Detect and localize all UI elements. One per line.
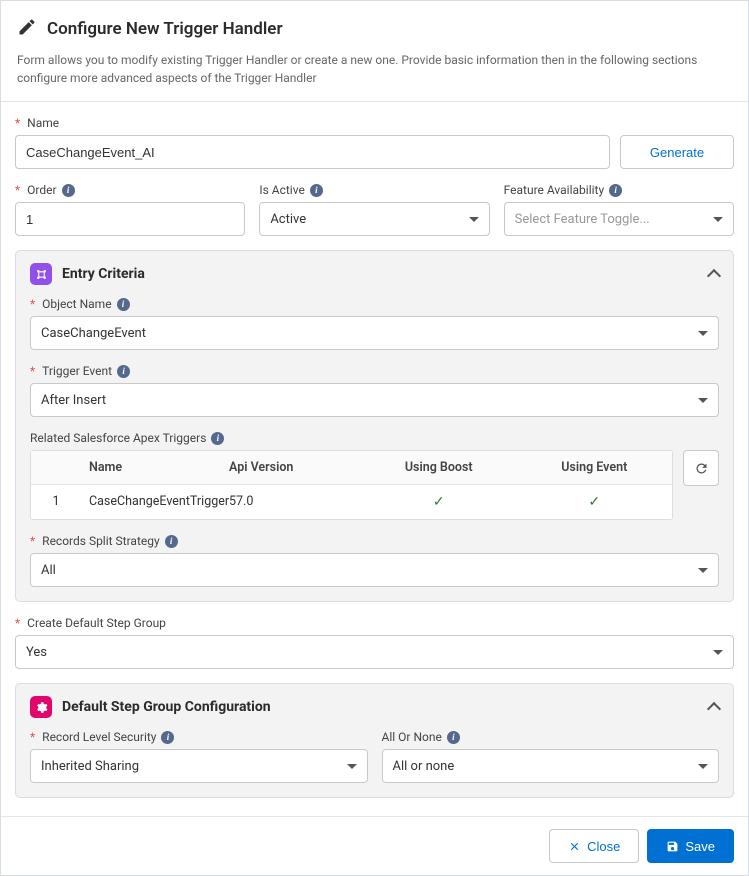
- info-icon: i: [117, 298, 130, 311]
- col-boost: Using Boost: [361, 451, 517, 484]
- info-icon: i: [447, 731, 460, 744]
- name-input[interactable]: [15, 135, 610, 169]
- close-button[interactable]: Close: [549, 829, 639, 863]
- info-icon: i: [117, 365, 130, 378]
- chevron-up-icon[interactable]: [707, 701, 721, 715]
- chevron-down-icon: [698, 331, 708, 336]
- edit-icon: [17, 17, 37, 41]
- generate-button[interactable]: Generate: [620, 135, 734, 169]
- feature-availability-label: Feature Availabilityi: [504, 183, 734, 197]
- col-api: Api Version: [221, 451, 361, 484]
- info-icon: i: [161, 731, 174, 744]
- refresh-button[interactable]: [683, 450, 719, 486]
- object-name-select[interactable]: CaseChangeEvent: [30, 316, 719, 350]
- info-icon: i: [62, 184, 75, 197]
- record-level-label: Record Level Securityi: [30, 730, 368, 744]
- trigger-event-label: Trigger Eventi: [30, 364, 719, 378]
- flow-icon: [30, 263, 52, 285]
- is-active-label: Is Activei: [259, 183, 489, 197]
- chevron-down-icon: [713, 217, 723, 222]
- name-label: Name: [15, 116, 734, 130]
- all-or-none-label: All Or Nonei: [382, 730, 720, 744]
- chevron-down-icon: [469, 217, 479, 222]
- settings-icon: [30, 696, 52, 718]
- page-description: Form allows you to modify existing Trigg…: [1, 51, 748, 102]
- related-triggers-table: Name Api Version Using Boost Using Event…: [30, 450, 673, 520]
- chevron-down-icon: [698, 568, 708, 573]
- records-split-label: Records Split Strategyi: [30, 534, 719, 548]
- record-level-select[interactable]: Inherited Sharing: [30, 749, 368, 783]
- entry-criteria-title: Entry Criteria: [62, 266, 699, 282]
- records-split-select[interactable]: All: [30, 553, 719, 587]
- trigger-event-select[interactable]: After Insert: [30, 383, 719, 417]
- info-icon: i: [310, 184, 323, 197]
- all-or-none-select[interactable]: All or none: [382, 749, 720, 783]
- create-default-label: Create Default Step Group: [15, 616, 734, 630]
- table-row: 1 CaseChangeEventTrigger 57.0 ✓ ✓: [31, 485, 672, 519]
- object-name-label: Object Namei: [30, 297, 719, 311]
- related-triggers-label: Related Salesforce Apex Triggersi: [30, 431, 719, 445]
- col-name: Name: [81, 451, 221, 484]
- order-label: Orderi: [15, 183, 245, 197]
- info-icon: i: [165, 535, 178, 548]
- check-icon: ✓: [588, 494, 600, 510]
- info-icon: i: [211, 432, 224, 445]
- feature-availability-select[interactable]: Select Feature Toggle...: [504, 202, 734, 236]
- create-default-select[interactable]: Yes: [15, 635, 734, 669]
- page-title: Configure New Trigger Handler: [47, 19, 283, 39]
- col-event: Using Event: [517, 451, 673, 484]
- chevron-down-icon: [698, 764, 708, 769]
- order-input[interactable]: [15, 202, 245, 236]
- info-icon: i: [609, 184, 622, 197]
- chevron-down-icon: [698, 398, 708, 403]
- chevron-up-icon[interactable]: [707, 268, 721, 282]
- chevron-down-icon: [713, 650, 723, 655]
- step-group-title: Default Step Group Configuration: [62, 699, 699, 715]
- check-icon: ✓: [433, 494, 445, 510]
- chevron-down-icon: [347, 764, 357, 769]
- save-button[interactable]: Save: [647, 829, 734, 863]
- is-active-select[interactable]: Active: [259, 202, 489, 236]
